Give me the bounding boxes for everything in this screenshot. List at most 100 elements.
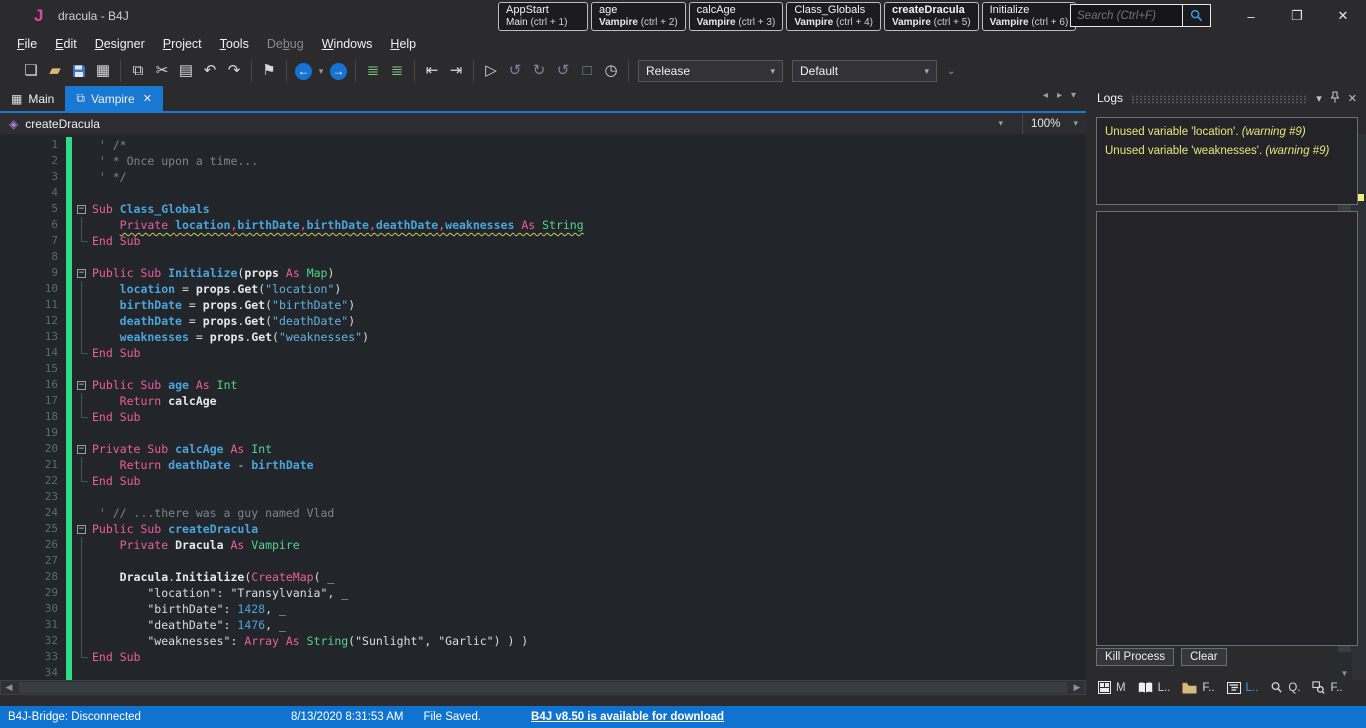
kill-process-button[interactable]: Kill Process — [1096, 648, 1175, 666]
log-secondary-box[interactable] — [1096, 211, 1358, 646]
run-configuration-dropdown[interactable]: Default ▾ — [792, 60, 937, 82]
editor-horizontal-scrollbar[interactable]: ◀ ▶ — [0, 680, 1086, 695]
restore-button[interactable]: ❐ — [1274, 0, 1320, 32]
stop-icon[interactable]: □ — [575, 60, 599, 82]
cut-icon[interactable]: ✂ — [150, 60, 174, 82]
quick-search-icon — [1270, 681, 1283, 694]
menu-designer[interactable]: Designer — [86, 34, 154, 54]
new-file-icon[interactable]: ❏ — [19, 60, 43, 82]
bookmark-module: Vampire — [696, 16, 739, 28]
fold-collapse-icon[interactable]: − — [77, 525, 86, 534]
bookmark-button-class_globals[interactable]: Class_Globals Vampire (ctrl + 4) — [786, 2, 881, 31]
fold-collapse-icon[interactable]: − — [77, 205, 86, 214]
fold-column — [72, 217, 92, 233]
scope-guide — [81, 553, 82, 569]
menu-project[interactable]: Project — [154, 34, 211, 54]
tab-close-icon[interactable]: ✕ — [143, 92, 152, 105]
zoom-caret-icon: ▾ — [1073, 118, 1078, 128]
fold-collapse-icon[interactable]: − — [77, 381, 86, 390]
panel-close-icon[interactable]: ✕ — [1348, 92, 1357, 105]
uncomment-icon[interactable]: ≣ — [385, 60, 409, 82]
navigate-forward-icon[interactable]: → — [330, 62, 347, 80]
menu-file[interactable]: File — [8, 34, 46, 54]
code-line: 9 − Public Sub Initialize(props As Map) — [0, 265, 584, 281]
debug-step-icon[interactable]: ↺ — [551, 60, 575, 82]
pin-icon[interactable] — [1330, 90, 1340, 106]
search-input[interactable] — [1071, 5, 1182, 26]
menu-debug[interactable]: Debug — [258, 34, 313, 54]
current-sub-dropdown[interactable]: ◈ createDracula ▾ — [0, 113, 1022, 134]
bookmark-button-calcage[interactable]: calcAge Vampire (ctrl + 3) — [688, 2, 784, 31]
redo-icon[interactable]: ↷ — [222, 60, 246, 82]
next-sub-icon[interactable]: ⇥ — [444, 60, 468, 82]
paste-icon[interactable]: ▤ — [174, 60, 198, 82]
tab-scroll-left-icon[interactable]: ◂ — [1043, 90, 1048, 101]
close-button[interactable]: ✕ — [1320, 0, 1366, 32]
comment-icon[interactable]: ≣ — [361, 60, 385, 82]
logs-panel: Logs ▾ ✕ Unused variable 'location'. (wa… — [1088, 86, 1366, 706]
profiler-icon[interactable]: ◷ — [599, 60, 623, 82]
designer-grid-icon: ▦ — [11, 91, 23, 106]
back-dropdown-icon[interactable]: ▾ — [315, 60, 327, 82]
tool-tab-logs-list[interactable]: L.. — [1223, 678, 1263, 697]
bookmark-button-appstart[interactable]: AppStart Main (ctrl + 1) — [498, 2, 588, 31]
menu-tools[interactable]: Tools — [211, 34, 258, 54]
line-number: 8 — [51, 250, 58, 263]
tab-list-dropdown-icon[interactable]: ▾ — [1071, 90, 1076, 101]
line-number: 16 — [44, 378, 58, 391]
previous-sub-icon[interactable]: ⇤ — [420, 60, 444, 82]
debug-resume-icon[interactable]: ↺ — [503, 60, 527, 82]
open-folder-icon[interactable]: ▰ — [43, 60, 67, 82]
menu-help[interactable]: Help — [381, 34, 425, 54]
panel-dropdown-icon[interactable]: ▾ — [1316, 92, 1322, 105]
minimize-button[interactable]: – — [1228, 0, 1274, 32]
code-editor[interactable]: 1 ' /* 2 ' * Once upon a time... 3 ' */4 5− Sub… — [0, 134, 1086, 680]
tab-vampire[interactable]: ⧉ Vampire ✕ — [65, 86, 163, 111]
navigate-back-icon[interactable]: ← — [295, 62, 312, 80]
fold-column — [72, 409, 92, 425]
bookmark-module-line: Vampire (ctrl + 6) — [990, 17, 1069, 29]
tab-main[interactable]: ▦ Main — [0, 86, 65, 111]
update-download-link[interactable]: B4J v8.50 is available for download — [521, 711, 734, 723]
bookmark-module-line: Main (ctrl + 1) — [506, 17, 580, 29]
bookmark-button-age[interactable]: age Vampire (ctrl + 2) — [591, 2, 686, 31]
save-icon[interactable] — [67, 60, 91, 82]
scope-guide — [81, 297, 82, 313]
line-number: 6 — [51, 218, 58, 231]
fold-collapse-icon[interactable]: − — [77, 445, 86, 454]
log-output-box[interactable]: Unused variable 'location'. (warning #9)… — [1096, 117, 1358, 205]
menu-edit[interactable]: Edit — [46, 34, 86, 54]
code-line: 11 birthDate = props.Get("birthDate") — [0, 297, 584, 313]
fold-column — [72, 489, 92, 505]
debug-restart-icon[interactable]: ↻ — [527, 60, 551, 82]
toolbar-overflow-icon[interactable]: ⌄ — [947, 66, 955, 77]
build-configuration-dropdown[interactable]: Release ▾ — [638, 60, 783, 82]
tool-tab-files-folder[interactable]: F.. — [1178, 678, 1218, 697]
undo-icon[interactable]: ↶ — [198, 60, 222, 82]
tool-tab-libraries-book[interactable]: L.. — [1134, 678, 1175, 697]
copy-icon[interactable]: ⧉ — [126, 60, 150, 82]
menu-windows[interactable]: Windows — [313, 34, 382, 54]
toolbar-group: ← ▾ → — [287, 60, 356, 82]
horizontal-scroll-thumb[interactable] — [19, 682, 1067, 693]
tool-tab-modules-grid[interactable]: M — [1094, 678, 1130, 697]
clear-button[interactable]: Clear — [1181, 648, 1227, 666]
bookmark-sub-name: calcAge — [696, 4, 736, 16]
bookmark-button-initialize[interactable]: Initialize Vampire (ctrl + 6) — [981, 2, 1077, 31]
tool-tab-quick-search[interactable]: Q. — [1266, 678, 1304, 697]
bookmark-icon[interactable]: ⚑ — [257, 60, 281, 82]
run-icon[interactable]: ▷ — [479, 60, 503, 82]
editor-zoom-dropdown[interactable]: 100% ▾ — [1022, 113, 1086, 134]
tab-scroll-right-icon[interactable]: ▸ — [1057, 90, 1062, 101]
scroll-right-icon[interactable]: ▶ — [1069, 682, 1085, 693]
fold-collapse-icon[interactable]: − — [77, 269, 86, 278]
export-module-icon[interactable]: ▦ — [91, 60, 115, 82]
tool-tab-find-references[interactable]: F.. — [1308, 678, 1346, 697]
bookmark-button-createdracula[interactable]: createDracula Vampire (ctrl + 5) — [883, 2, 979, 31]
line-number: 11 — [44, 298, 58, 311]
code-line: 5 − Sub Class_Globals — [0, 201, 584, 217]
log-entry: Unused variable 'location'. (warning #9) — [1105, 123, 1349, 142]
scroll-left-icon[interactable]: ◀ — [1, 682, 17, 693]
logs-panel-header[interactable]: Logs ▾ ✕ — [1088, 86, 1366, 110]
search-button[interactable] — [1182, 5, 1210, 26]
